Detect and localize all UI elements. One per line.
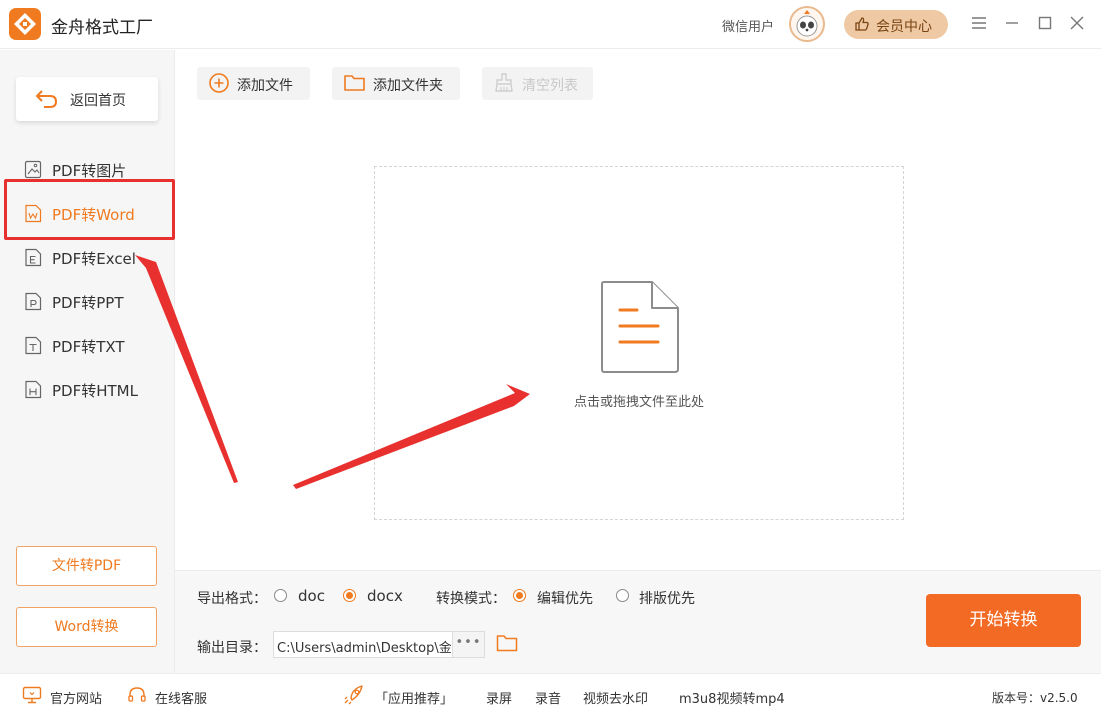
thumbs-up-icon bbox=[855, 17, 869, 31]
sidebar-item-label: PDF转Excel bbox=[52, 250, 136, 268]
version-label: 版本号：v2.5.0 bbox=[992, 691, 1078, 705]
broom-icon bbox=[495, 73, 513, 92]
export-format-label: 导出格式： bbox=[197, 591, 267, 607]
footer-link-audio-record[interactable]: 录音 bbox=[535, 688, 561, 707]
mode-edit-first-label[interactable]: 编辑优先 bbox=[537, 588, 593, 608]
add-file-button[interactable]: 添加文件 bbox=[197, 67, 310, 100]
clear-list-button[interactable]: 清空列表 bbox=[482, 67, 593, 100]
clear-list-label: 清空列表 bbox=[522, 78, 578, 94]
footer-link-screen-record[interactable]: 录屏 bbox=[486, 688, 512, 707]
footer-link-m3u8-to-mp4[interactable]: m3u8视频转mp4 bbox=[679, 688, 785, 707]
folder-icon bbox=[344, 75, 365, 91]
file-to-pdf-button[interactable]: 文件转PDF bbox=[16, 546, 157, 586]
add-folder-label: 添加文件夹 bbox=[373, 78, 443, 94]
online-support-link[interactable]: 在线客服 bbox=[155, 688, 207, 707]
document-icon bbox=[601, 281, 679, 373]
user-name[interactable]: 微信用户 bbox=[722, 16, 774, 35]
html-file-icon bbox=[25, 380, 42, 399]
vip-center-label: 会员中心 bbox=[876, 19, 932, 35]
official-website-link[interactable]: 官方网站 bbox=[50, 688, 102, 707]
format-doc-radio[interactable] bbox=[274, 589, 287, 602]
sidebar-item-label: PDF转图片 bbox=[52, 162, 127, 180]
format-docx-label[interactable]: docx bbox=[367, 587, 403, 605]
monitor-icon bbox=[22, 686, 42, 704]
word-convert-button[interactable]: Word转换 bbox=[16, 607, 157, 647]
drop-zone-hint: 点击或拖拽文件至此处 bbox=[573, 395, 704, 410]
avatar[interactable] bbox=[789, 6, 825, 42]
open-folder-icon[interactable] bbox=[496, 633, 518, 653]
highlight-box bbox=[4, 179, 175, 240]
rocket-icon bbox=[344, 685, 363, 705]
sidebar-item-pdf-to-excel[interactable]: PDF转Excel bbox=[0, 236, 175, 280]
add-file-label: 添加文件 bbox=[237, 78, 293, 94]
format-doc-label[interactable]: doc bbox=[298, 587, 325, 605]
sidebar: 返回首页 PDF转图片 PDF转Word PDF转Excel PDF转PPT P… bbox=[0, 50, 175, 673]
headset-icon bbox=[128, 687, 146, 702]
convert-mode-label: 转换模式： bbox=[436, 591, 506, 607]
maximize-icon[interactable] bbox=[1035, 13, 1055, 33]
sidebar-item-pdf-to-txt[interactable]: PDF转TXT bbox=[0, 324, 175, 368]
ppt-file-icon bbox=[25, 292, 42, 311]
excel-file-icon bbox=[25, 248, 42, 267]
app-logo-icon bbox=[9, 8, 41, 40]
vip-center-button[interactable]: 会员中心 bbox=[844, 10, 948, 39]
footer-bar: 官方网站 在线客服 「应用推荐」 录屏 录音 视频去水印 m3u8视频转mp4 … bbox=[0, 673, 1101, 714]
app-recommend-label: 「应用推荐」 bbox=[375, 692, 454, 707]
output-dir-value: C:\Users\admin\Desktop\金舟格式工厂 bbox=[277, 641, 451, 656]
image-file-icon bbox=[24, 160, 42, 179]
close-icon[interactable] bbox=[1067, 13, 1087, 33]
mode-layout-first-label[interactable]: 排版优先 bbox=[639, 588, 695, 608]
txt-file-icon bbox=[25, 336, 42, 355]
format-docx-radio[interactable] bbox=[343, 589, 356, 602]
menu-icon[interactable] bbox=[969, 13, 989, 33]
output-dir-label: 输出目录： bbox=[197, 640, 267, 656]
footer-link-remove-watermark[interactable]: 视频去水印 bbox=[583, 688, 648, 707]
sidebar-item-label: PDF转PPT bbox=[52, 294, 124, 312]
add-circle-icon bbox=[209, 73, 229, 93]
mode-edit-first-radio[interactable] bbox=[513, 589, 526, 602]
back-home-button[interactable]: 返回首页 bbox=[16, 77, 158, 121]
back-arrow-icon bbox=[36, 90, 58, 108]
app-title: 金舟格式工厂 bbox=[51, 18, 153, 38]
minimize-icon[interactable] bbox=[1002, 13, 1022, 33]
back-home-label: 返回首页 bbox=[70, 93, 126, 109]
mode-layout-first-radio[interactable] bbox=[616, 589, 629, 602]
title-bar: 金舟格式工厂 微信用户 会员中心 bbox=[0, 0, 1101, 49]
sidebar-item-pdf-to-ppt[interactable]: PDF转PPT bbox=[0, 280, 175, 324]
output-dir-field[interactable]: C:\Users\admin\Desktop\金舟格式工厂 ••• bbox=[273, 631, 485, 658]
start-convert-button[interactable]: 开始转换 bbox=[926, 594, 1081, 647]
conversion-settings-panel: 导出格式： doc docx 转换模式： 编辑优先 排版优先 输出目录： C:\… bbox=[175, 570, 1101, 673]
file-drop-zone[interactable]: 点击或拖拽文件至此处 bbox=[374, 166, 904, 520]
browse-button[interactable]: ••• bbox=[452, 632, 484, 657]
add-folder-button[interactable]: 添加文件夹 bbox=[332, 67, 460, 100]
sidebar-item-label: PDF转HTML bbox=[52, 382, 138, 400]
sidebar-item-pdf-to-html[interactable]: PDF转HTML bbox=[0, 368, 175, 412]
sidebar-item-label: PDF转TXT bbox=[52, 338, 125, 356]
